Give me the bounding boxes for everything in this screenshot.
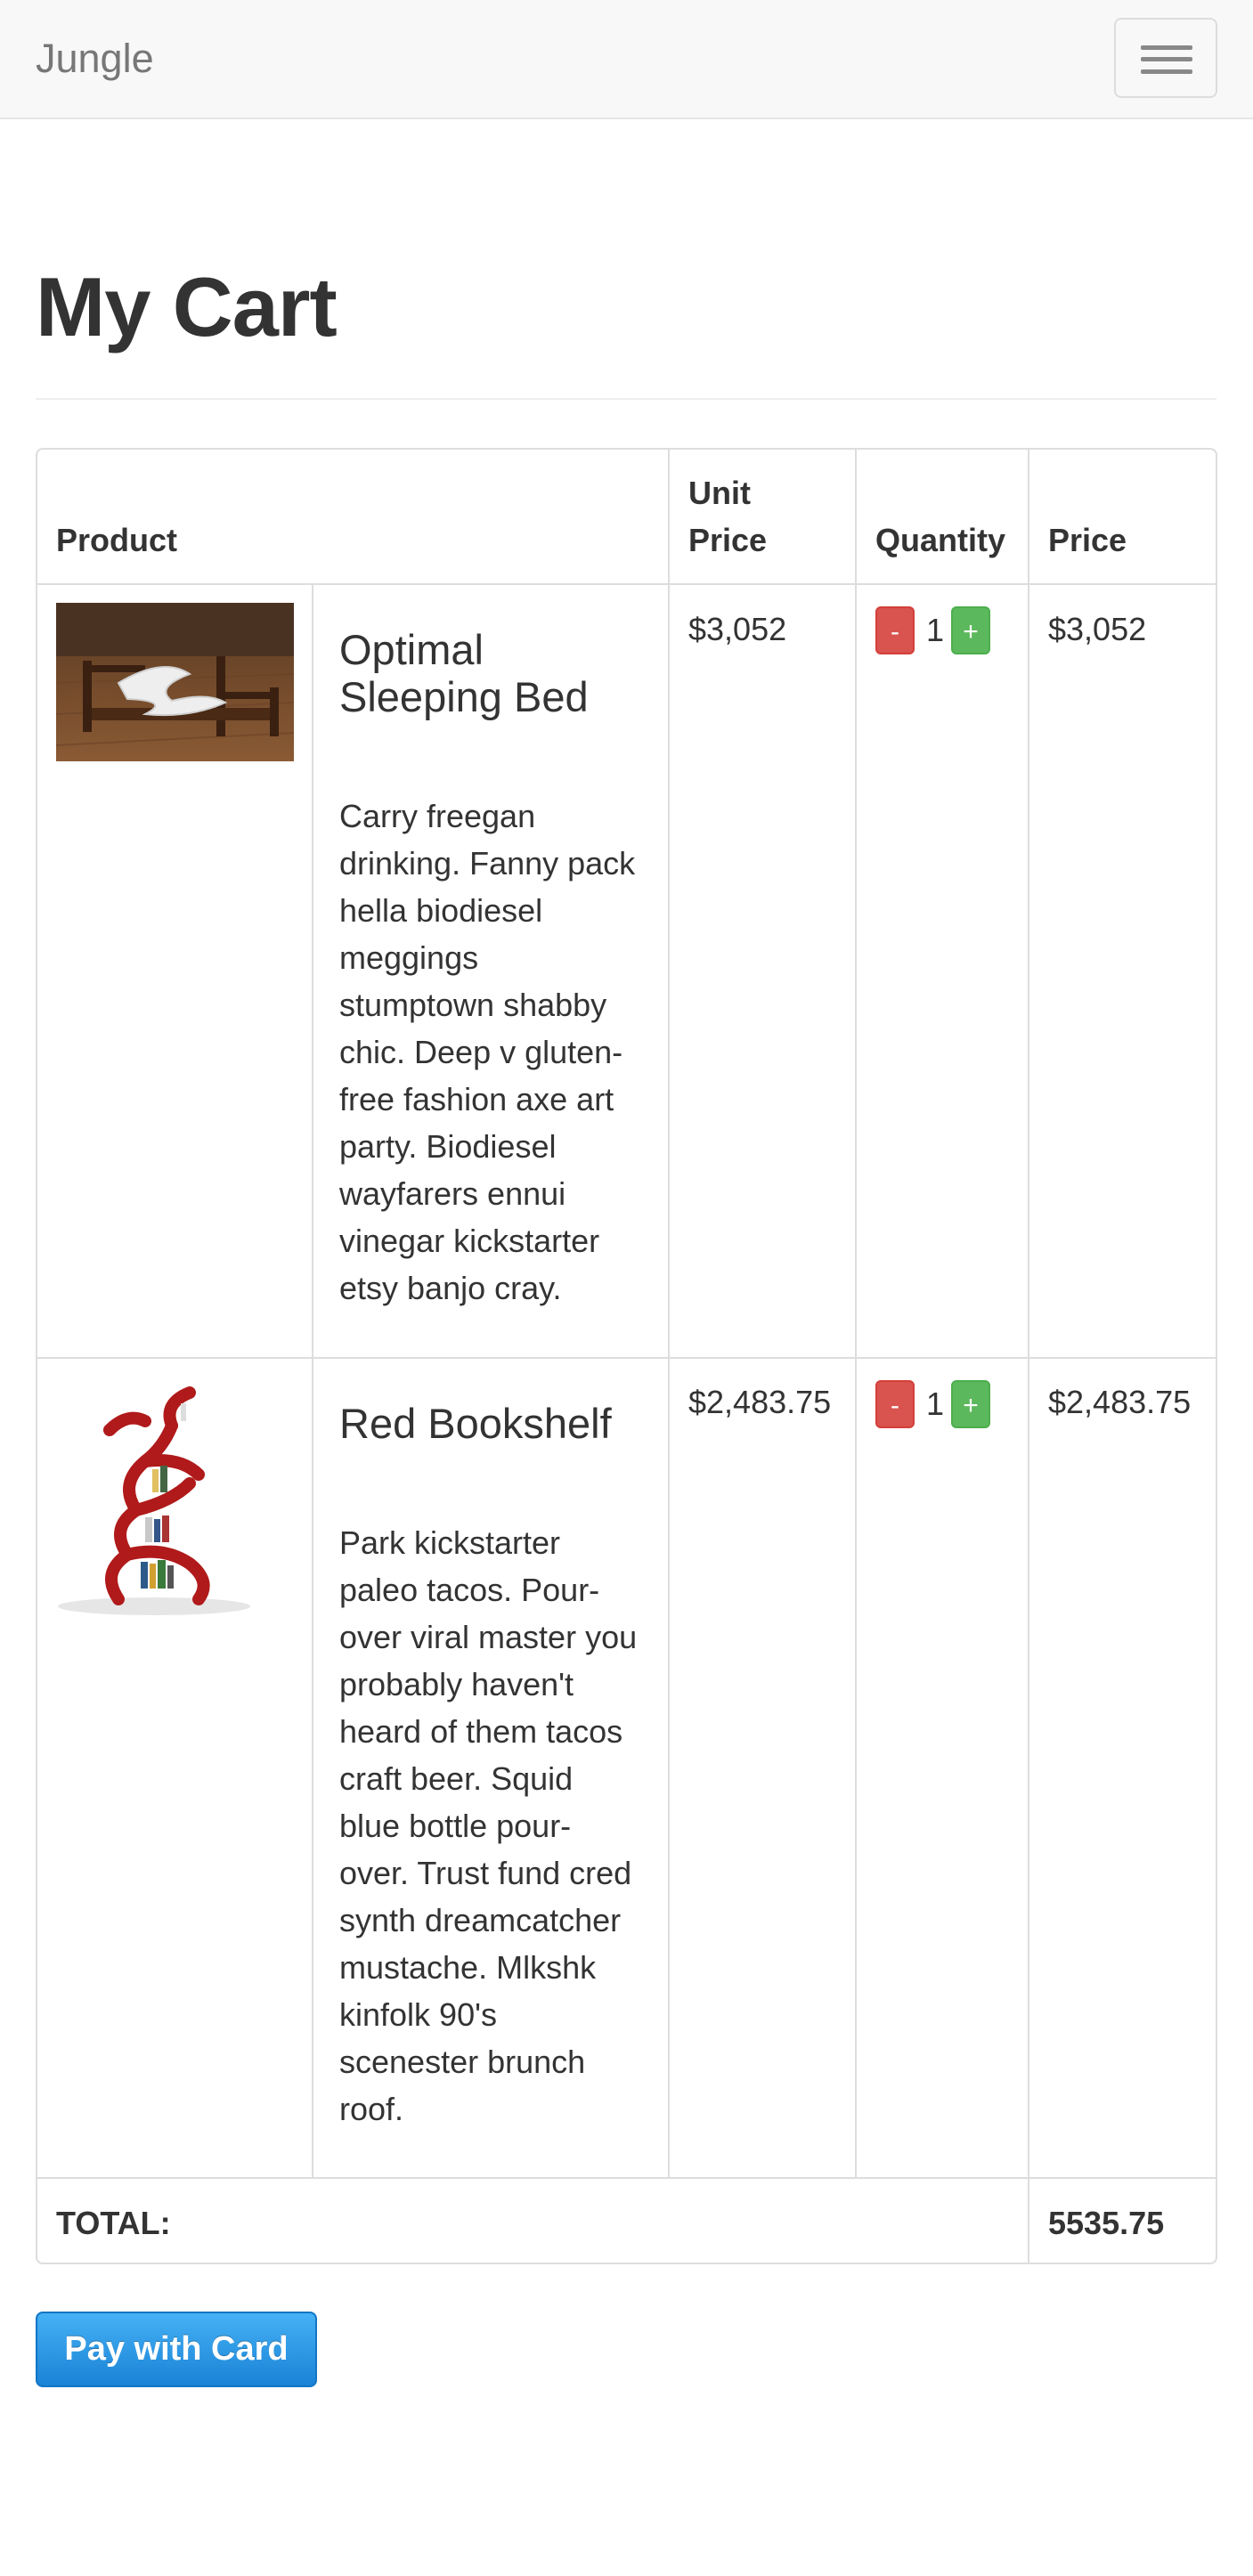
page-title: My Cart: [36, 260, 338, 353]
navbar: Jungle: [0, 0, 1253, 119]
header-unit-price-line2: Price: [688, 522, 768, 558]
description-line: party. Biodiesel: [339, 1128, 557, 1165]
price-column-divider: [1028, 450, 1029, 2263]
header-quantity: Quantity: [875, 522, 1006, 558]
unit-price-column-divider: [668, 450, 670, 2177]
description-line: roof.: [339, 2091, 404, 2127]
header-unit-price-line1: Unit: [688, 475, 751, 511]
description-line: hella biodiesel: [339, 892, 543, 929]
description-line: free fashion axe art: [339, 1081, 614, 1117]
description-line: over. Trust fund cred: [339, 1855, 632, 1891]
description-line: wayfarers ennui: [339, 1175, 566, 1212]
product-name-line2: Sleeping Bed: [339, 673, 589, 720]
description-line: paleo tacos. Pour-: [339, 1572, 600, 1608]
title-divider: [36, 398, 1216, 400]
description-line: blue bottle pour-: [339, 1808, 572, 1844]
unit-price: $2,483.75: [688, 1384, 832, 1420]
description-line: heard of them tacos: [339, 1713, 623, 1750]
total-divider: [37, 2177, 1216, 2179]
description-line: kinfolk 90's: [339, 1996, 497, 2033]
header-divider: [37, 583, 1216, 585]
quantity-value: 1: [926, 1386, 945, 1422]
line-price: $2,483.75: [1048, 1384, 1192, 1420]
unit-price: $3,052: [688, 611, 787, 647]
header-price: Price: [1048, 522, 1127, 558]
description-line: Carry freegan: [339, 798, 536, 834]
product-description: Carry freegan drinking. Fanny pack hella…: [339, 792, 635, 1312]
line-price: $3,052: [1048, 611, 1147, 647]
total-value: 5535.75: [1048, 2205, 1165, 2241]
product-name: Red Bookshelf: [339, 1400, 612, 1447]
quantity-value: 1: [926, 612, 945, 648]
pay-with-card-button[interactable]: Pay with Card: [36, 2312, 317, 2387]
description-line: mustache. Mlkshk: [339, 1949, 597, 1986]
description-line: stumptown shabby: [339, 987, 607, 1023]
row-divider: [37, 1357, 1216, 1359]
description-line: chic. Deep v gluten-: [339, 1034, 623, 1070]
bed-product-image[interactable]: [56, 603, 294, 761]
description-line: over viral master you: [339, 1619, 638, 1655]
description-line: craft beer. Squid: [339, 1760, 574, 1797]
brand-link[interactable]: Jungle: [36, 32, 154, 85]
description-line: scenester brunch: [339, 2044, 586, 2080]
description-line: synth dreamcatcher: [339, 1902, 622, 1938]
description-line: Park kickstarter: [339, 1524, 561, 1561]
bookshelf-product-image[interactable]: [56, 1377, 252, 1617]
navbar-toggle-button[interactable]: [1114, 18, 1217, 98]
description-line: meggings: [339, 939, 479, 976]
image-column-divider: [312, 583, 313, 2177]
description-line: probably haven't: [339, 1666, 574, 1702]
increase-quantity-button[interactable]: +: [951, 606, 990, 654]
quantity-column-divider: [855, 450, 857, 2177]
description-line: drinking. Fanny pack: [339, 845, 636, 882]
cart-table: Product Unit Price Quantity Price Optima…: [36, 448, 1217, 2264]
description-line: etsy banjo cray.: [339, 1270, 562, 1306]
increase-quantity-button[interactable]: +: [951, 1380, 990, 1428]
description-line: vinegar kickstarter: [339, 1223, 600, 1259]
decrease-quantity-button[interactable]: -: [875, 1380, 915, 1428]
header-product: Product: [56, 522, 178, 558]
product-description: Park kickstarter paleo tacos. Pour- over…: [339, 1519, 637, 2133]
product-name-line1: Optimal: [339, 626, 484, 673]
decrease-quantity-button[interactable]: -: [875, 606, 915, 654]
total-label: TOTAL:: [56, 2205, 171, 2241]
